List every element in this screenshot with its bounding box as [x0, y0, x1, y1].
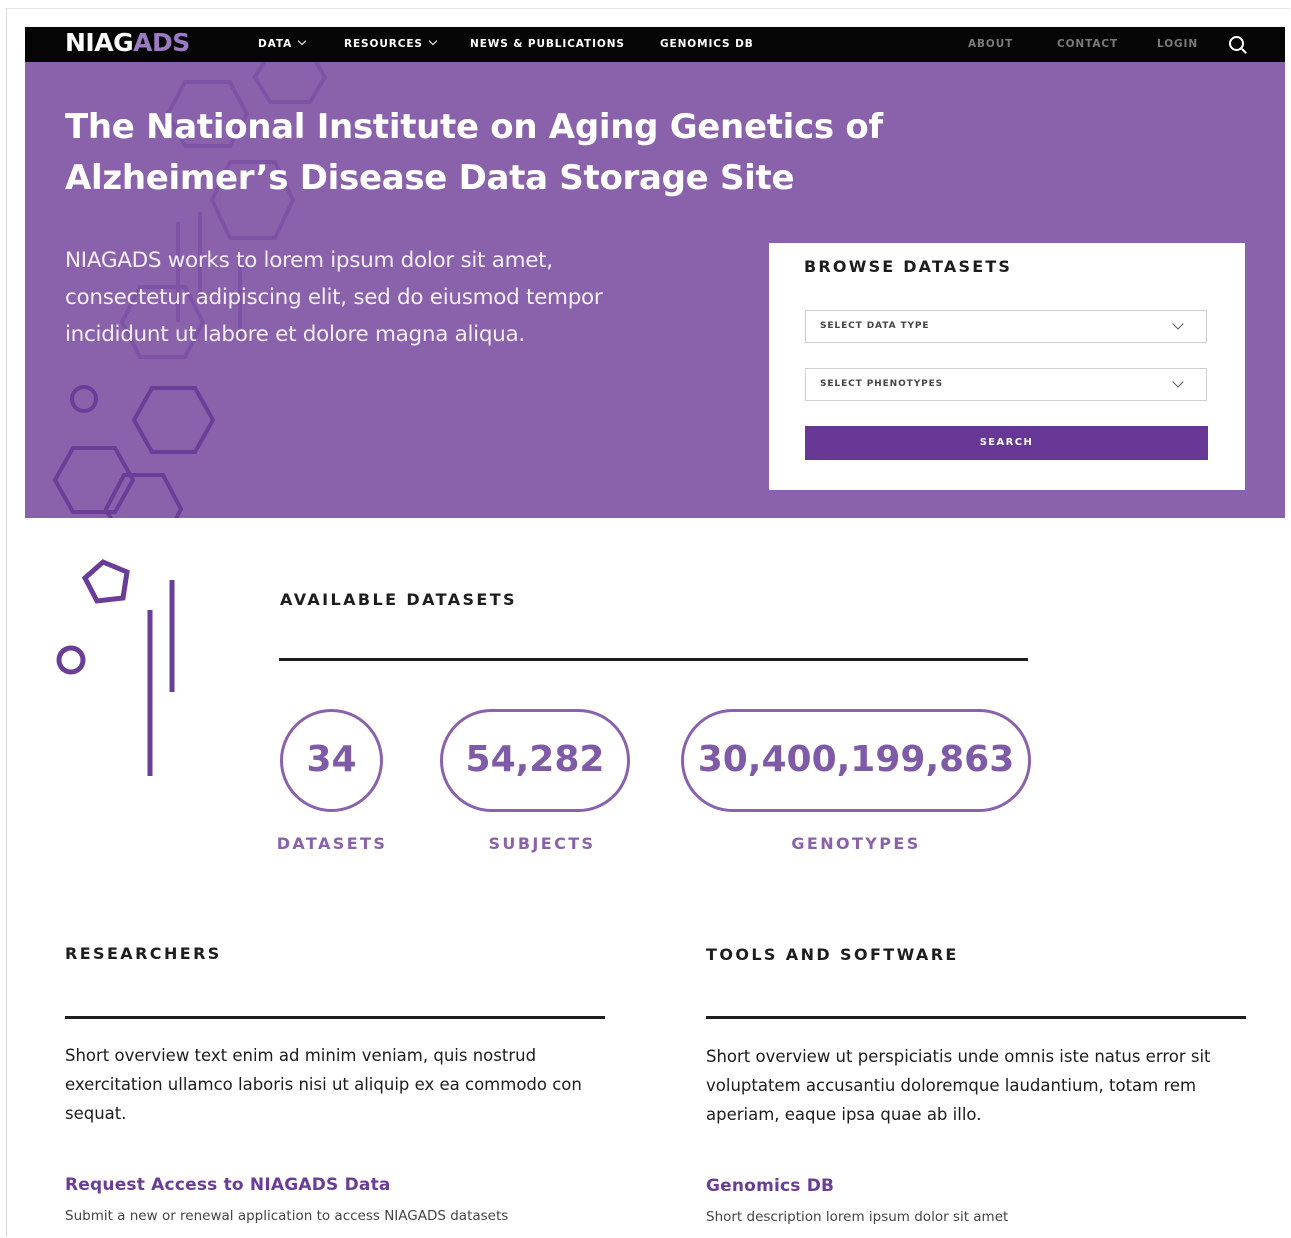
stat-genotypes-value: 30,400,199,863 [681, 709, 1031, 812]
stat-subjects-label: SUBJECTS [488, 834, 596, 853]
browse-datasets-panel: BROWSE DATASETS SELECT DATA TYPE SELECT … [769, 243, 1245, 490]
shape-decoration [56, 559, 175, 776]
stat-datasets-value: 34 [280, 709, 383, 812]
nav-item-login[interactable]: LOGIN [1157, 31, 1198, 57]
hero-intro: NIAGADS works to lorem ipsum dolor sit a… [65, 248, 603, 347]
chevron-down-icon [1172, 318, 1184, 330]
request-access-description: Submit a new or renewal application to a… [65, 1208, 509, 1224]
tools-text: Short overview ut perspiciatis unde omni… [706, 1047, 1211, 1124]
request-access-link[interactable]: Request Access to NIAGADS Data [65, 1175, 391, 1195]
section-divider [65, 1016, 605, 1019]
hero-title: The National Institute on Aging Genetics… [65, 107, 883, 198]
chevron-down-icon [428, 36, 438, 46]
stat-genotypes-label: GENOTYPES [791, 834, 921, 853]
select-data-type[interactable]: SELECT DATA TYPE [805, 310, 1207, 343]
site-logo[interactable]: NIAGADS [65, 25, 190, 60]
nav-item-about[interactable]: ABOUT [968, 31, 1013, 57]
browse-title: BROWSE DATASETS [804, 257, 1013, 276]
researchers-text: Short overview text enim ad minim veniam… [65, 1046, 582, 1123]
stat-datasets-label: DATASETS [276, 834, 388, 853]
available-datasets-title: AVAILABLE DATASETS [280, 590, 517, 609]
search-button[interactable]: SEARCH [805, 426, 1208, 460]
section-divider [706, 1016, 1246, 1019]
top-nav: NIAGADS DATA RESOURCES NEWS & PUBLICATIO… [25, 27, 1285, 62]
nav-item-genomics-db[interactable]: GENOMICS DB [660, 31, 754, 57]
select-phenotypes[interactable]: SELECT PHENOTYPES [805, 368, 1207, 401]
genomics-db-link[interactable]: Genomics DB [706, 1176, 834, 1196]
chevron-down-icon [297, 36, 307, 46]
nav-item-contact[interactable]: CONTACT [1057, 31, 1118, 57]
tools-title: TOOLS AND SOFTWARE [706, 945, 959, 964]
search-icon[interactable] [1229, 36, 1244, 51]
stat-subjects-value: 54,282 [440, 709, 630, 812]
nav-item-resources[interactable]: RESOURCES [344, 31, 438, 57]
section-divider [279, 658, 1028, 661]
genomics-db-description: Short description lorem ipsum dolor sit … [706, 1209, 1009, 1225]
chevron-down-icon [1172, 376, 1184, 388]
researchers-title: RESEARCHERS [65, 944, 222, 963]
nav-item-news-publications[interactable]: NEWS & PUBLICATIONS [470, 31, 625, 57]
nav-item-data[interactable]: DATA [258, 31, 307, 57]
